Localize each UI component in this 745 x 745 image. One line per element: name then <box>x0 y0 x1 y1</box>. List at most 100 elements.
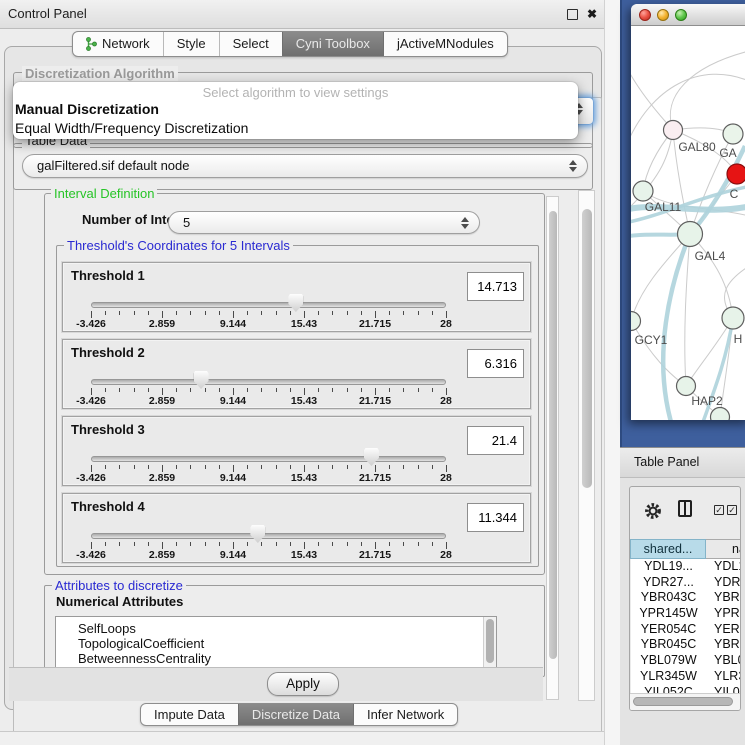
cell-name: YBR0 <box>706 637 741 653</box>
tick-label: -3.426 <box>76 549 106 561</box>
cell-shared-name: YPR145W <box>631 606 706 622</box>
network-node-h[interactable] <box>722 307 744 329</box>
threshold-value-field[interactable]: 6.316 <box>467 349 524 378</box>
columns-icon[interactable] <box>678 500 692 517</box>
panel-divider[interactable] <box>604 0 621 745</box>
slider-handle[interactable] <box>194 371 209 389</box>
network-node-gal80[interactable] <box>664 121 683 140</box>
threshold-value-field[interactable]: 11.344 <box>467 503 524 532</box>
threshold-1-box: Threshold 1-3.4262.8599.14415.4321.71528… <box>62 262 531 332</box>
slider-handle[interactable] <box>288 294 303 312</box>
network-canvas[interactable]: GAL80GACGAL11GAL4GCY1HHAP2 <box>631 26 745 420</box>
dropdown-option-manual[interactable]: Manual Discretization <box>13 100 578 119</box>
attribute-item-selfloops[interactable]: SelfLoops <box>56 617 496 636</box>
slider-track[interactable] <box>91 302 446 308</box>
inner-scrollbar-thumb[interactable] <box>549 211 557 659</box>
attribute-item-betweennesscentrality[interactable]: BetweennessCentrality <box>56 651 496 666</box>
table-row[interactable]: YPR145WYPR1 <box>631 606 741 622</box>
tab-infer-network[interactable]: Infer Network <box>353 704 457 725</box>
apply-button[interactable]: Apply <box>267 672 339 696</box>
tab-label: Infer Network <box>367 704 444 725</box>
threshold-label: Threshold 1 <box>71 268 145 283</box>
close-icon[interactable]: ✖ <box>587 0 597 28</box>
tick-label: -3.426 <box>76 472 106 484</box>
table-row[interactable]: YBL079WYBL0 <box>631 653 741 669</box>
combo-value: 5 <box>183 212 190 234</box>
tab-discretize-data[interactable]: Discretize Data <box>238 704 353 725</box>
zoom-light[interactable] <box>675 9 687 21</box>
float-icon[interactable] <box>567 9 578 20</box>
table-row[interactable]: YDR27...YDR2 <box>631 575 741 591</box>
cell-name: YLR3 <box>706 669 741 685</box>
tab-impute-data[interactable]: Impute Data <box>141 704 238 725</box>
table-row[interactable]: YIL052CYIL0 <box>631 685 741 694</box>
node-label: GA <box>719 146 736 160</box>
table-row[interactable]: YBR045CYBR0 <box>631 637 741 653</box>
tab-label: jActiveMNodules <box>397 32 494 56</box>
network-edge <box>685 234 690 386</box>
gear-icon[interactable] <box>642 500 664 522</box>
threshold-value-field[interactable]: 14.713 <box>467 272 524 301</box>
network-window-titlebar[interactable] <box>631 4 745 26</box>
network-node-hap2[interactable] <box>677 377 696 396</box>
threshold-label: Threshold 2 <box>71 345 145 360</box>
hscrollbar-thumb[interactable] <box>633 697 733 706</box>
tick-label: 2.859 <box>149 472 175 484</box>
tab-style[interactable]: Style <box>163 32 219 56</box>
tick-label: 9.144 <box>220 395 246 407</box>
slider-track[interactable] <box>91 456 446 462</box>
table-row[interactable]: YLR345WYLR3 <box>631 669 741 685</box>
dropdown-option-equal-width[interactable]: Equal Width/Frequency Discretization <box>13 119 578 138</box>
tick-label: 2.859 <box>149 549 175 561</box>
tick-label: 21.715 <box>359 395 391 407</box>
threshold-value-field[interactable]: 21.4 <box>467 426 524 455</box>
outer-scrollbar[interactable] <box>578 190 595 701</box>
panel-title: Control Panel <box>8 0 87 28</box>
close-light[interactable] <box>639 9 651 21</box>
network-node-gal11[interactable] <box>633 181 653 201</box>
minimize-light[interactable] <box>657 9 669 21</box>
numerical-attributes-list[interactable]: SelfLoopsTopologicalCoefficientBetweenne… <box>55 616 497 668</box>
slider-handle[interactable] <box>250 525 265 543</box>
network-node-gcy1[interactable] <box>631 312 641 331</box>
tab-select[interactable]: Select <box>219 32 282 56</box>
number-of-intervals-combo[interactable]: 5 <box>168 211 480 234</box>
network-node-gal4[interactable] <box>678 222 703 247</box>
slider-track[interactable] <box>91 379 446 385</box>
tab-cyni-toolbox[interactable]: Cyni Toolbox <box>282 32 383 56</box>
cell-shared-name: YBL079W <box>631 653 706 669</box>
network-node-c[interactable] <box>727 164 745 184</box>
tab-label: Impute Data <box>154 704 225 725</box>
cell-name: YDL1 <box>706 559 741 575</box>
control-panel-window: Control Panel ✖ NetworkStyle Select Cyni T… <box>0 0 604 731</box>
list-scrollbar-thumb[interactable] <box>486 619 494 663</box>
tick-label: 9.144 <box>220 549 246 561</box>
slider-track[interactable] <box>91 533 446 539</box>
column-header-shared[interactable]: shared... <box>630 539 706 559</box>
checkbox-icon[interactable]: ✓ <box>727 505 737 515</box>
table-horizontal-scrollbar[interactable] <box>630 693 740 711</box>
slider-handle[interactable] <box>364 448 379 466</box>
tab-network[interactable]: Network <box>73 32 163 56</box>
table-data-combo[interactable]: galFiltered.sif default node <box>22 154 588 178</box>
attribute-item-topologicalcoefficient[interactable]: TopologicalCoefficient <box>56 636 496 651</box>
checkbox-icon[interactable]: ✓ <box>714 505 724 515</box>
group-title: Threshold's Coordinates for 5 Intervals <box>64 238 293 253</box>
tick-label: 15.43 <box>291 549 317 561</box>
outer-scrollbar-thumb[interactable] <box>582 209 592 488</box>
network-node-ga[interactable] <box>723 124 743 144</box>
desktop-background <box>0 731 604 745</box>
column-header-name[interactable]: na <box>706 539 741 559</box>
node-label: GAL80 <box>678 140 716 154</box>
tab-label: Select <box>233 32 269 56</box>
control-panel-titlebar: Control Panel ✖ <box>0 0 604 29</box>
table-row[interactable]: YER054CYER0 <box>631 622 741 638</box>
table-panel-box: ✓ ✓ shared... na YDL19...YDL1YDR27...YDR… <box>629 486 741 711</box>
tab-jactivemnodules[interactable]: jActiveMNodules <box>383 32 507 56</box>
list-scrollbar[interactable] <box>483 617 496 667</box>
table-row[interactable]: YBR043CYBR0 <box>631 590 741 606</box>
table-row[interactable]: YDL19...YDL1 <box>631 559 741 575</box>
inner-scrollbar[interactable] <box>546 196 559 700</box>
network-node[interactable] <box>711 408 730 421</box>
tick-label: 28 <box>440 549 452 561</box>
